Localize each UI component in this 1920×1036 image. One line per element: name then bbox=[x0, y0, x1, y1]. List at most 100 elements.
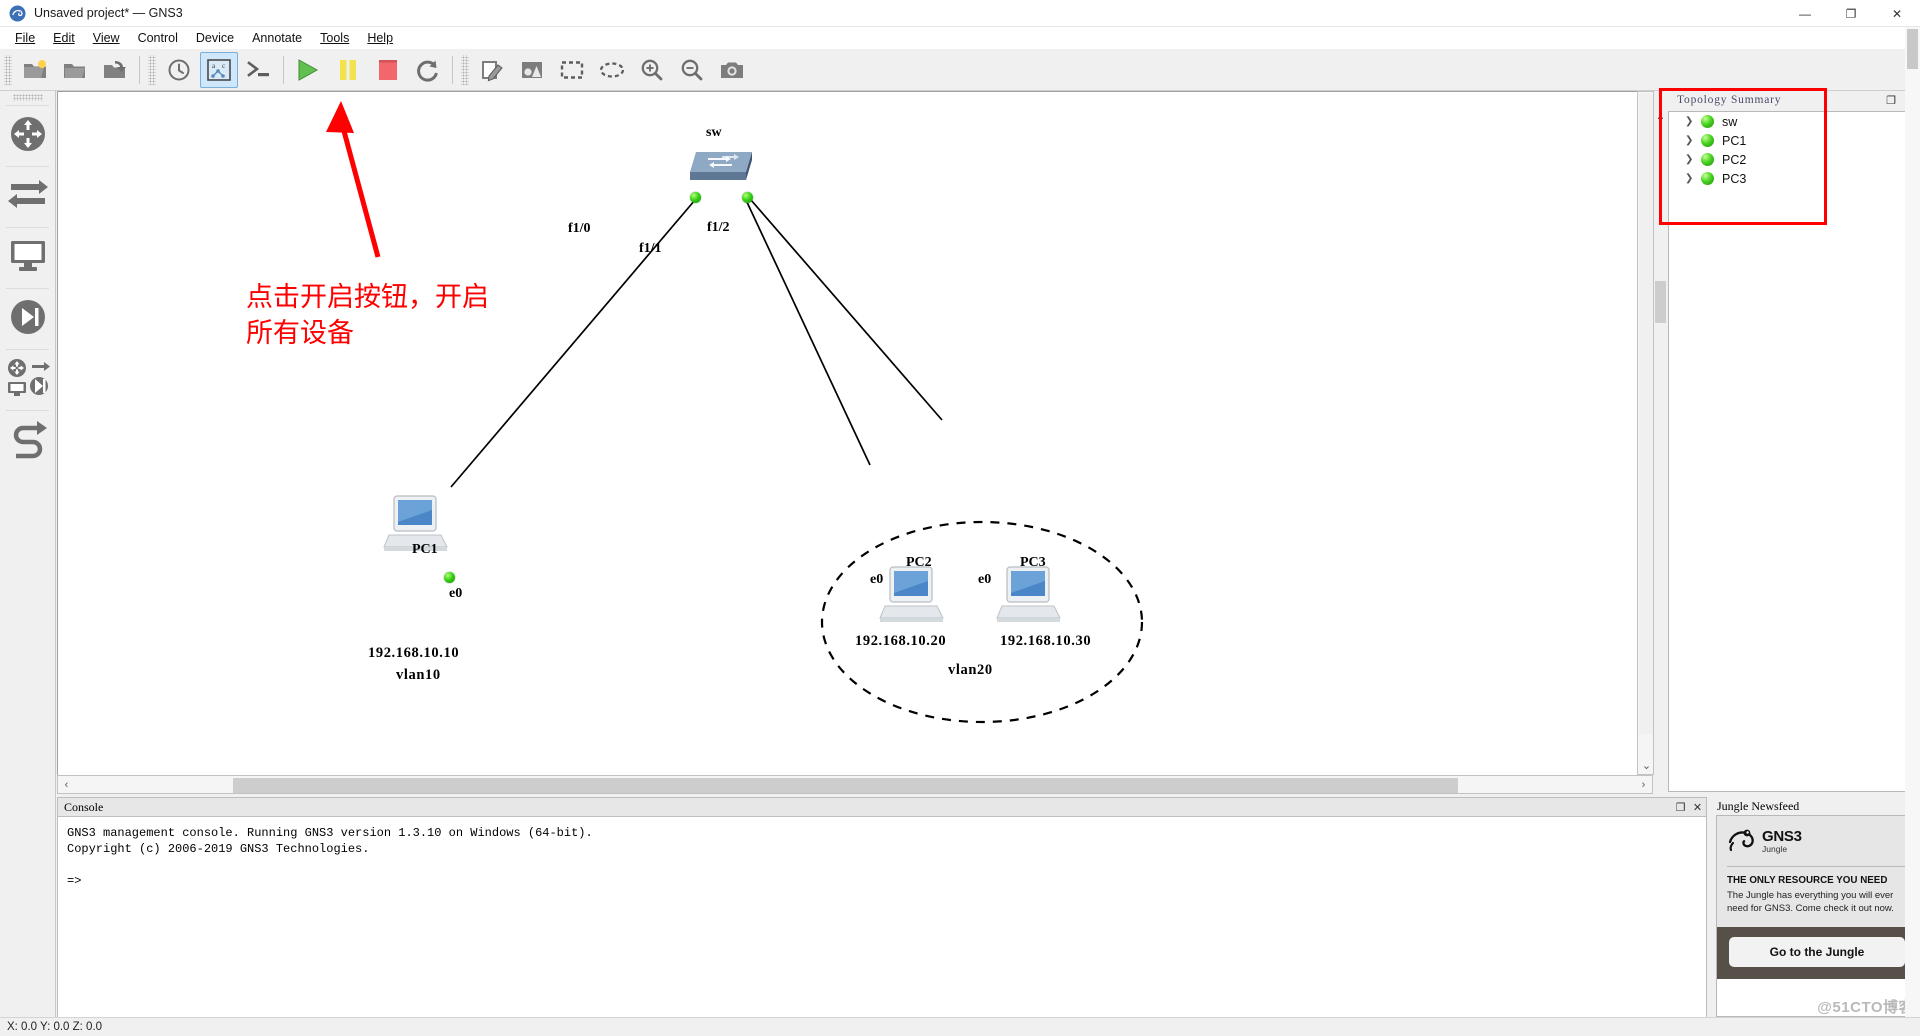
topology-summary-label: PC1 bbox=[1722, 133, 1747, 148]
menu-annotate-label: Annotate bbox=[252, 31, 303, 45]
draw-ellipse-button[interactable] bbox=[593, 52, 631, 88]
topology-summary-collapse-icon[interactable]: ▲ bbox=[1656, 111, 1665, 121]
console-to-all-devices-button[interactable] bbox=[240, 52, 278, 88]
cursor-coordinates: X: 0.0 Y: 0.0 Z: 0.0 bbox=[7, 1021, 103, 1033]
insert-image-button[interactable] bbox=[513, 52, 551, 88]
topology-summary-row-sw[interactable]: ❯ sw bbox=[1669, 112, 1917, 131]
status-led-icon bbox=[1701, 115, 1714, 128]
snapshot-button[interactable] bbox=[160, 52, 198, 88]
menu-device[interactable]: Device bbox=[187, 29, 243, 47]
node-pc2[interactable] bbox=[879, 563, 947, 634]
show-hide-interface-labels-button[interactable]: a c bbox=[200, 51, 238, 88]
scroll-left-arrow[interactable]: ‹ bbox=[58, 776, 75, 793]
draw-rectangle-button[interactable] bbox=[553, 52, 591, 88]
led-sw-f1-2 bbox=[742, 192, 753, 203]
open-project-button[interactable] bbox=[56, 52, 94, 88]
topology-canvas-container[interactable]: sw f1/0 f1/1 f1/2 e0 192.168.10.10 vlan1… bbox=[57, 91, 1653, 794]
go-to-jungle-button[interactable]: Go to the Jungle bbox=[1729, 937, 1905, 967]
menu-edit-label: Edit bbox=[53, 31, 75, 45]
canvas-horizontal-scrollbar[interactable]: ‹ › bbox=[57, 775, 1653, 794]
window-vertical-scrollbar[interactable] bbox=[1905, 27, 1920, 1017]
jungle-logo: GNS3 Jungle bbox=[1727, 826, 1907, 857]
jungle-newsfeed-dock: Jungle Newsfeed ❐ GNS3 Ju bbox=[1712, 797, 1920, 1019]
vlan-label-vlan20: vlan20 bbox=[948, 662, 993, 678]
menu-view[interactable]: View bbox=[84, 29, 129, 47]
topology-canvas[interactable]: sw f1/0 f1/1 f1/2 e0 192.168.10.10 vlan1… bbox=[58, 92, 1652, 793]
menu-help[interactable]: Help bbox=[358, 29, 402, 47]
chevron-right-icon[interactable]: ❯ bbox=[1685, 173, 1701, 184]
ip-label-pc1: 192.168.10.10 bbox=[368, 645, 460, 661]
main-toolbar: a c bbox=[0, 49, 1920, 91]
zoom-in-button[interactable] bbox=[633, 52, 671, 88]
start-all-devices-button[interactable] bbox=[289, 52, 327, 88]
zoom-out-button[interactable] bbox=[673, 52, 711, 88]
chevron-right-icon[interactable]: ❯ bbox=[1685, 116, 1701, 127]
menu-bar: File Edit View Control Device Annotate T… bbox=[0, 27, 1920, 49]
watermark: @51CTO博客 bbox=[1817, 999, 1914, 1016]
led-pc1-e0 bbox=[444, 572, 455, 583]
chevron-right-icon[interactable]: ❯ bbox=[1685, 135, 1701, 146]
menu-file[interactable]: File bbox=[6, 29, 44, 47]
toolbar-grip-2[interactable] bbox=[148, 54, 156, 85]
topology-summary-scroll-thumb[interactable] bbox=[1655, 281, 1666, 323]
menu-edit[interactable]: Edit bbox=[44, 29, 84, 47]
topology-summary-list[interactable]: ❯ sw ❯ PC1 ❯ PC2 ❯ PC3 bbox=[1668, 111, 1918, 792]
toolbar-grip-1[interactable] bbox=[4, 54, 12, 85]
topology-summary-scroll-strip[interactable] bbox=[1654, 111, 1667, 792]
device-sidebar-grip[interactable] bbox=[12, 94, 43, 101]
topology-summary-row-pc2[interactable]: ❯ PC2 bbox=[1669, 150, 1917, 169]
sidebar-item-all-devices[interactable] bbox=[0, 350, 56, 410]
status-led-icon bbox=[1701, 134, 1714, 147]
stop-all-devices-button[interactable] bbox=[369, 52, 407, 88]
canvas-hscroll-thumb[interactable] bbox=[233, 778, 1458, 793]
suspend-all-devices-button[interactable] bbox=[329, 52, 367, 88]
minimize-button[interactable]: — bbox=[1782, 0, 1828, 27]
canvas-vertical-scrollbar[interactable]: ⌃ ⌄ bbox=[1637, 91, 1654, 775]
scroll-right-arrow[interactable]: › bbox=[1635, 776, 1652, 793]
menu-control-label: Control bbox=[137, 31, 178, 45]
sidebar-item-security-devices[interactable] bbox=[0, 289, 56, 349]
chevron-right-icon[interactable]: ❯ bbox=[1685, 154, 1701, 165]
add-note-button[interactable] bbox=[473, 52, 511, 88]
gns3-chameleon-icon bbox=[9, 5, 26, 22]
node-pc3[interactable] bbox=[996, 563, 1064, 634]
window-vscroll-thumb[interactable] bbox=[1907, 29, 1918, 69]
screenshot-button[interactable] bbox=[713, 52, 751, 88]
sidebar-item-routers[interactable] bbox=[0, 106, 56, 166]
console-float-button[interactable]: ❐ bbox=[1672, 799, 1689, 815]
console-close-button[interactable]: ✕ bbox=[1689, 799, 1706, 815]
status-bar: X: 0.0 Y: 0.0 Z: 0.0 bbox=[0, 1017, 1920, 1036]
sidebar-item-end-devices[interactable] bbox=[0, 228, 56, 288]
jungle-newsfeed-content[interactable]: GNS3 Jungle THE ONLY RESOURCE YOU NEED T… bbox=[1716, 815, 1918, 1017]
node-sw[interactable] bbox=[682, 144, 760, 193]
menu-annotate[interactable]: Annotate bbox=[243, 29, 311, 47]
save-project-as-button[interactable] bbox=[96, 52, 134, 88]
window-controls: — ❐ ✕ bbox=[1782, 0, 1920, 27]
gns3-window: Unsaved project* — GNS3 — ❐ ✕ File Edit … bbox=[0, 0, 1920, 1036]
scroll-down-arrow[interactable]: ⌄ bbox=[1638, 757, 1655, 774]
menu-tools-label: Tools bbox=[320, 31, 350, 45]
vlan20-boundary-ellipse bbox=[820, 520, 1144, 724]
jungle-title: Jungle Newsfeed bbox=[1717, 798, 1800, 813]
new-project-button[interactable] bbox=[16, 52, 54, 88]
topology-summary-row-pc3[interactable]: ❯ PC3 bbox=[1669, 169, 1917, 188]
console-output[interactable]: GNS3 management console. Running GNS3 ve… bbox=[57, 816, 1707, 1019]
jungle-logo-main: GNS3 bbox=[1762, 828, 1802, 845]
canvas-vscroll-thumb[interactable] bbox=[1639, 94, 1653, 734]
restore-button[interactable]: ❐ bbox=[1828, 0, 1874, 27]
toolbar-separator-1 bbox=[139, 55, 140, 84]
topology-summary-row-pc1[interactable]: ❯ PC1 bbox=[1669, 131, 1917, 150]
reload-all-devices-button[interactable] bbox=[409, 52, 447, 88]
jungle-divider bbox=[1727, 866, 1907, 867]
sidebar-item-add-link[interactable] bbox=[0, 411, 56, 471]
topology-summary-float-button[interactable]: ❐ bbox=[1883, 92, 1900, 108]
sidebar-item-switches[interactable] bbox=[0, 167, 56, 227]
jungle-card: GNS3 Jungle THE ONLY RESOURCE YOU NEED T… bbox=[1717, 816, 1917, 927]
menu-control[interactable]: Control bbox=[129, 29, 187, 47]
annotation-note: 点击开启按钮，开启 所有设备 bbox=[246, 282, 489, 349]
toolbar-grip-3[interactable] bbox=[461, 54, 469, 85]
close-button[interactable]: ✕ bbox=[1874, 0, 1920, 27]
menu-tools[interactable]: Tools bbox=[311, 29, 358, 47]
topology-summary-label: sw bbox=[1722, 114, 1738, 129]
port-label-f1-0: f1/0 bbox=[568, 221, 591, 236]
